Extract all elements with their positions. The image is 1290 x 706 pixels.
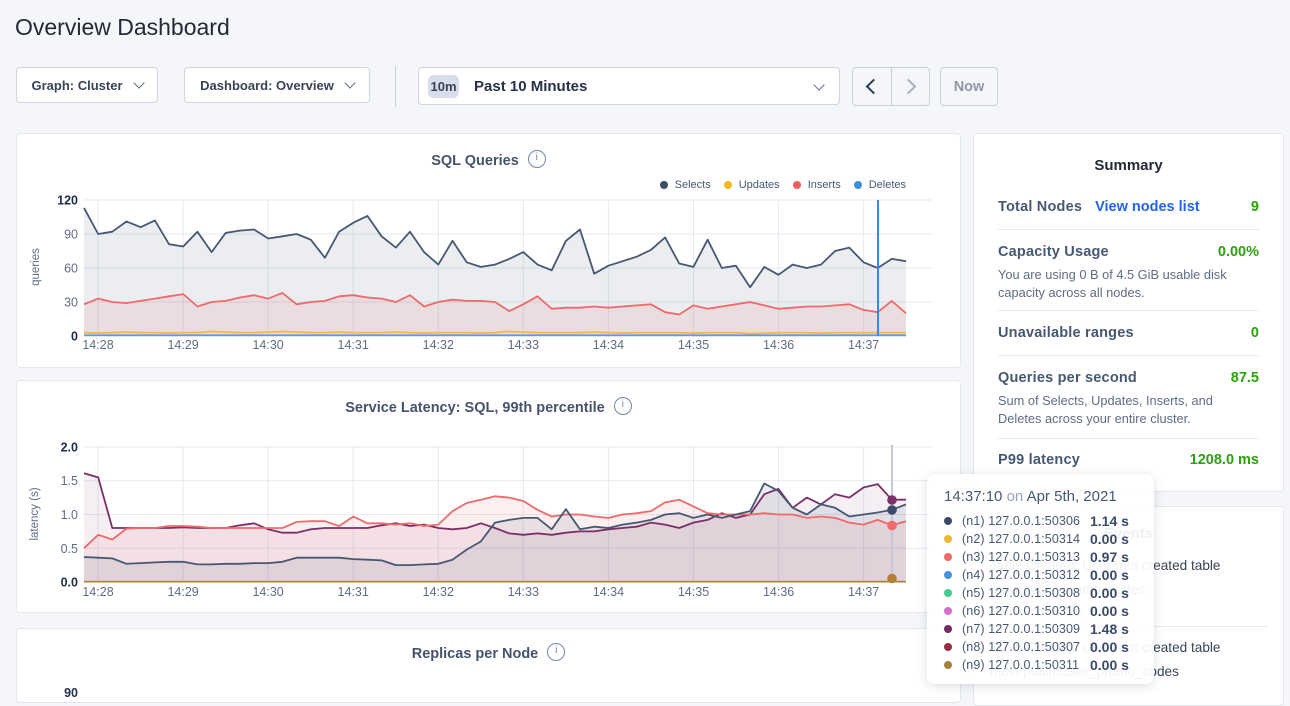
svg-text:14:29: 14:29 <box>167 585 198 599</box>
svg-text:0.5: 0.5 <box>61 542 78 556</box>
svg-text:14:33: 14:33 <box>508 585 539 599</box>
svg-text:latency (s): latency (s) <box>29 487 41 540</box>
svg-text:14:37: 14:37 <box>848 338 879 352</box>
svg-text:14:34: 14:34 <box>593 338 624 352</box>
svg-text:1.5: 1.5 <box>61 474 78 488</box>
svg-text:14:32: 14:32 <box>423 338 454 352</box>
svg-text:60: 60 <box>64 262 78 276</box>
svg-text:14:28: 14:28 <box>82 585 113 599</box>
svg-text:14:35: 14:35 <box>678 585 709 599</box>
svg-text:1.0: 1.0 <box>61 508 78 522</box>
svg-text:0: 0 <box>71 330 78 344</box>
svg-text:14:29: 14:29 <box>167 338 198 352</box>
svg-text:0.0: 0.0 <box>61 576 78 590</box>
svg-text:14:37: 14:37 <box>848 585 879 599</box>
svg-text:14:33: 14:33 <box>508 338 539 352</box>
svg-text:14:36: 14:36 <box>763 338 794 352</box>
svg-text:90: 90 <box>64 228 78 242</box>
svg-text:14:31: 14:31 <box>338 338 369 352</box>
svg-text:2.0: 2.0 <box>61 441 78 455</box>
svg-text:queries: queries <box>30 248 42 286</box>
svg-text:14:28: 14:28 <box>82 338 113 352</box>
svg-text:14:32: 14:32 <box>423 585 454 599</box>
svg-text:30: 30 <box>64 296 78 310</box>
svg-text:14:31: 14:31 <box>338 585 369 599</box>
svg-text:14:30: 14:30 <box>252 585 283 599</box>
svg-text:120: 120 <box>57 194 78 208</box>
svg-text:14:30: 14:30 <box>252 338 283 352</box>
svg-text:14:34: 14:34 <box>593 585 624 599</box>
svg-text:14:36: 14:36 <box>763 585 794 599</box>
svg-text:14:35: 14:35 <box>678 338 709 352</box>
